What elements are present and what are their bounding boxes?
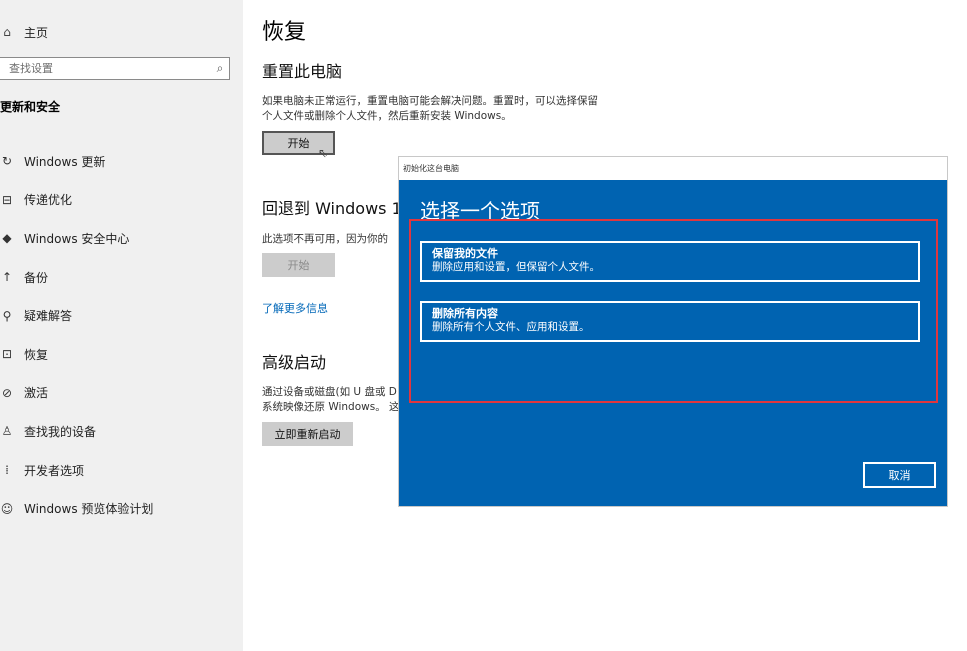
search-input[interactable] [9, 62, 211, 75]
option-desc: 删除所有个人文件、应用和设置。 [432, 321, 590, 333]
smiley-icon: ☺ [0, 501, 14, 516]
shield-icon: ◆ [2, 231, 12, 246]
sidebar-item-activation[interactable]: ⊘ 激活 [0, 374, 153, 413]
sidebar-item-label: Windows 更新 [24, 154, 106, 169]
sidebar-item-label: 开发者选项 [24, 463, 85, 478]
restart-now-button[interactable]: 立即重新启动 [262, 422, 353, 446]
mouse-cursor-icon: ⇖ [318, 146, 329, 160]
delivery-icon: ⊟ [1, 192, 13, 207]
dev-tools-icon: ⁞ [5, 463, 9, 478]
sidebar-item-security-center[interactable]: ◆ Windows 安全中心 [0, 219, 153, 258]
search-box[interactable]: ⌕ [0, 57, 230, 80]
sidebar-section-heading: 更新和安全 [0, 100, 61, 114]
option-title: 删除所有内容 [432, 307, 498, 320]
cancel-button[interactable]: 取消 [863, 462, 936, 488]
recovery-icon: ⊡ [1, 347, 13, 362]
keep-my-files-option[interactable]: 保留我的文件 删除应用和设置，但保留个人文件。 [420, 241, 920, 282]
sidebar-item-backup[interactable]: ↑ 备份 [0, 258, 153, 297]
reset-pc-heading: 重置此电脑 [262, 62, 343, 81]
sidebar-item-label: 查找我的设备 [24, 424, 97, 439]
sidebar-item-label: Windows 安全中心 [24, 231, 130, 246]
advanced-startup-desc-line1: 通过设备或磁盘(如 U 盘或 D [262, 386, 397, 398]
home-icon: ⌂ [3, 25, 11, 39]
check-circle-icon: ⊘ [1, 385, 13, 400]
sidebar-item-label: Windows 预览体验计划 [24, 502, 154, 517]
dialog-titlebar: 初始化这台电脑 [399, 157, 947, 180]
sidebar-item-home[interactable]: ⌂ 主页 [0, 22, 48, 42]
sidebar-item-windows-update[interactable]: ↻ Windows 更新 [0, 142, 153, 181]
sidebar-item-developer-options[interactable]: ⁞ 开发者选项 [0, 451, 153, 490]
sidebar-item-insider-program[interactable]: ☺ Windows 预览体验计划 [0, 489, 154, 528]
sidebar-home-label: 主页 [24, 25, 49, 40]
sidebar-item-delivery-optimization[interactable]: ⊟ 传递优化 [0, 181, 153, 220]
learn-more-link[interactable]: 了解更多信息 [262, 300, 328, 316]
rollback-desc: 此选项不再可用，因为你的 [262, 233, 388, 245]
option-title: 保留我的文件 [432, 247, 498, 260]
reset-pc-dialog: 初始化这台电脑 选择一个选项 保留我的文件 删除应用和设置，但保留个人文件。 删… [398, 156, 948, 507]
rollback-heading: 回退到 Windows 10 [262, 199, 412, 218]
refresh-icon: ↻ [1, 154, 13, 169]
search-icon[interactable]: ⌕ [211, 61, 229, 76]
settings-sidebar: ⌂ 主页 ⌕ 更新和安全 ↻ Windows 更新 ⊟ 传递优化 ◆ Windo… [0, 0, 243, 651]
sidebar-item-label: 备份 [24, 270, 49, 285]
sidebar-item-label: 疑难解答 [24, 309, 73, 324]
reset-pc-desc-line1: 如果电脑未正常运行，重置电脑可能会解决问题。重置时，可以选择保留 [262, 95, 598, 107]
sidebar-item-recovery[interactable]: ⊡ 恢复 [0, 335, 153, 374]
sidebar-item-label: 传递优化 [24, 193, 73, 208]
reset-pc-desc-line2: 个人文件或删除个人文件，然后重新安装 Windows。 [262, 110, 512, 122]
rollback-start-button[interactable]: 开始 [262, 253, 335, 277]
advanced-startup-desc-line2: 系统映像还原 Windows。 这 [262, 401, 400, 413]
page-title: 恢复 [262, 20, 307, 45]
sidebar-item-troubleshoot[interactable]: ⚲ 疑难解答 [0, 296, 153, 335]
remove-everything-option[interactable]: 删除所有内容 删除所有个人文件、应用和设置。 [420, 301, 920, 342]
backup-arrow-icon: ↑ [1, 270, 13, 285]
sidebar-item-label: 激活 [24, 386, 49, 401]
sidebar-nav: ↻ Windows 更新 ⊟ 传递优化 ◆ Windows 安全中心 ↑ 备份 … [0, 142, 154, 528]
sidebar-item-find-my-device[interactable]: ♙ 查找我的设备 [0, 412, 153, 451]
option-desc: 删除应用和设置，但保留个人文件。 [432, 261, 600, 273]
sidebar-item-label: 恢复 [24, 347, 49, 362]
advanced-startup-heading: 高级启动 [262, 353, 327, 372]
wrench-icon: ⚲ [2, 308, 12, 323]
person-locate-icon: ♙ [1, 424, 13, 439]
